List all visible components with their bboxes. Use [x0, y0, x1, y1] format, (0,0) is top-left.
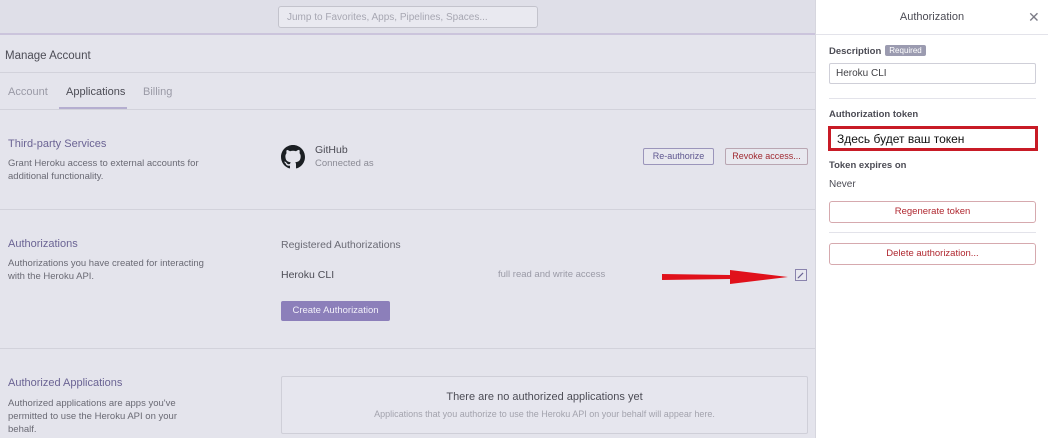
provider-status: Connected as	[315, 158, 374, 169]
description-label: Description Required	[829, 45, 926, 57]
manage-account-page: Jump to Favorites, Apps, Pipelines, Spac…	[0, 0, 815, 438]
expires-label: Token expires on	[829, 160, 907, 171]
third-party-description: Grant Heroku access to external accounts…	[8, 158, 199, 182]
description-label-text: Description	[829, 46, 882, 57]
authorizations-description: Authorizations you have created for inte…	[8, 258, 204, 282]
drawer-divider	[816, 34, 1048, 35]
red-arrow-annotation	[662, 270, 788, 284]
empty-state-subtitle: Applications that you authorize to use t…	[374, 409, 715, 419]
empty-state-title: There are no authorized applications yet	[446, 391, 643, 403]
required-badge: Required	[885, 45, 926, 56]
delete-authorization-button[interactable]: Delete authorization...	[829, 243, 1036, 265]
reauthorize-button[interactable]: Re-authorize	[643, 148, 714, 165]
tab-account[interactable]: Account	[8, 86, 48, 98]
divider	[0, 109, 815, 110]
top-bar: Jump to Favorites, Apps, Pipelines, Spac…	[0, 0, 815, 35]
token-label: Authorization token	[829, 109, 919, 120]
edit-icon[interactable]	[795, 269, 807, 281]
authorization-token-field[interactable]: Здесь будет ваш токен	[828, 126, 1038, 151]
drawer-divider	[829, 98, 1036, 99]
authorization-drawer: Authorization ✕ Description Required Hero…	[815, 0, 1048, 438]
divider	[0, 348, 815, 349]
topbar-divider	[0, 33, 815, 35]
page-title: Manage Account	[5, 50, 91, 62]
divider	[0, 209, 815, 210]
tab-billing[interactable]: Billing	[143, 86, 172, 98]
divider	[0, 72, 815, 73]
drawer-title: Authorization	[899, 11, 965, 23]
revoke-access-button[interactable]: Revoke access...	[725, 148, 808, 165]
authorized-apps-title: Authorized Applications	[8, 377, 123, 389]
empty-state-box: There are no authorized applications yet…	[281, 376, 808, 434]
drawer-divider	[829, 232, 1036, 233]
search-input[interactable]: Jump to Favorites, Apps, Pipelines, Spac…	[278, 6, 538, 28]
authorization-name: Heroku CLI	[281, 269, 335, 281]
tab-applications[interactable]: Applications	[66, 86, 125, 98]
third-party-title: Third-party Services	[8, 138, 107, 150]
create-authorization-button[interactable]: Create Authorization	[281, 301, 390, 321]
regenerate-token-button[interactable]: Regenerate token	[829, 201, 1036, 223]
github-icon	[281, 145, 305, 169]
provider-name: GitHub	[315, 144, 348, 156]
authorization-scope: full read and write access	[498, 269, 606, 280]
authorizations-title: Authorizations	[8, 238, 78, 250]
description-field[interactable]: Heroku CLI	[829, 63, 1036, 84]
expires-value: Never	[829, 179, 856, 190]
authorized-apps-description: Authorized applications are apps you've …	[8, 398, 177, 435]
close-icon[interactable]: ✕	[1028, 9, 1040, 26]
registered-authorizations-title: Registered Authorizations	[281, 239, 401, 251]
